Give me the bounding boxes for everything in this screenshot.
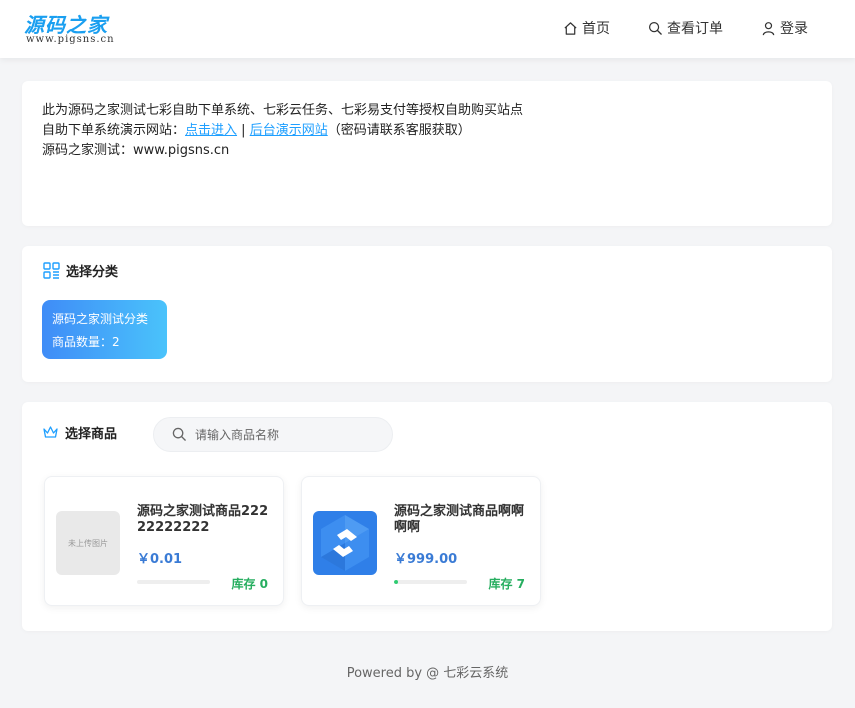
search-input[interactable] — [195, 427, 375, 442]
category-title-text: 选择分类 — [66, 265, 119, 280]
notice-demo-prefix: 自助下单系统演示网站： — [42, 123, 186, 138]
category-count: 商品数量：2 — [52, 335, 120, 349]
logo-url: www.pigsns.cn — [26, 34, 115, 45]
notice-line-3: 源码之家测试：www.pigsns.cn — [42, 143, 230, 158]
search-icon — [648, 21, 662, 35]
goods-price: ￥999.00 — [394, 552, 458, 567]
top-header: 源码之家 www.pigsns.cn 首页 查看订单 登录 — [0, 0, 855, 58]
notice-line-2: 自助下单系统演示网站：点击进入 | 后台演示网站（密码请联系客服获取） — [42, 121, 812, 141]
goods-stock: 库存 7 — [488, 577, 525, 591]
home-icon — [564, 21, 577, 35]
category-tile[interactable]: 源码之家测试分类 商品数量：2 — [42, 300, 167, 359]
user-icon — [762, 21, 775, 35]
footer-powered-by: Powered by @ 七彩云系统 — [346, 666, 509, 681]
goods-search[interactable] — [153, 417, 393, 452]
goods-name: 源码之家测试商品啊啊啊啊 — [394, 504, 525, 535]
app-logo-icon — [321, 515, 369, 571]
category-name: 源码之家测试分类 — [52, 312, 149, 326]
link-separator: | — [241, 123, 246, 138]
nav-login[interactable]: 登录 — [761, 18, 808, 38]
goods-title-text: 选择商品 — [65, 427, 118, 442]
stock-progress-fill — [394, 580, 398, 584]
stock-progress-bar — [394, 580, 467, 584]
goods-image-placeholder: 未上传图片 — [56, 511, 120, 575]
site-logo[interactable]: 源码之家 www.pigsns.cn — [24, 9, 124, 49]
nav-orders-label: 查看订单 — [667, 21, 723, 37]
nav-home-label: 首页 — [582, 21, 610, 37]
goods-item[interactable]: 未上传图片 源码之家测试商品22222222222 ￥0.01 库存 0 — [44, 476, 284, 606]
nav-home[interactable]: 首页 — [563, 18, 610, 38]
nav-orders[interactable]: 查看订单 — [648, 18, 723, 38]
stock-progress-bar — [137, 580, 210, 584]
crown-icon — [43, 426, 58, 438]
category-card: 选择分类 源码之家测试分类 商品数量：2 — [22, 246, 832, 382]
notice-demo-suffix: （密码请联系客服获取） — [327, 123, 471, 138]
nav-login-label: 登录 — [780, 21, 808, 37]
goods-item[interactable]: 源码之家测试商品啊啊啊啊 ￥999.00 库存 7 — [301, 476, 541, 606]
notice-line-1: 此为源码之家测试七彩自助下单系统、七彩云任务、七彩易支付等授权自助购买站点 — [42, 103, 524, 118]
notice-card: 此为源码之家测试七彩自助下单系统、七彩云任务、七彩易支付等授权自助购买站点 自助… — [22, 81, 832, 226]
goods-stock: 库存 0 — [231, 577, 268, 591]
goods-name: 源码之家测试商品22222222222 — [137, 504, 269, 535]
goods-price: ￥0.01 — [137, 552, 183, 567]
goods-section-title: 选择商品 — [42, 423, 117, 442]
admin-demo-link[interactable]: 后台演示网站 — [250, 123, 328, 138]
goods-card: 选择商品 未上传图片 源码之家测试商品22222222222 ￥0.01 库存 … — [22, 402, 832, 631]
goods-image — [313, 511, 377, 575]
category-section-title: 选择分类 — [43, 261, 118, 280]
search-icon — [172, 427, 186, 441]
demo-site-link[interactable]: 点击进入 — [185, 123, 237, 138]
category-grid-icon — [43, 262, 60, 279]
